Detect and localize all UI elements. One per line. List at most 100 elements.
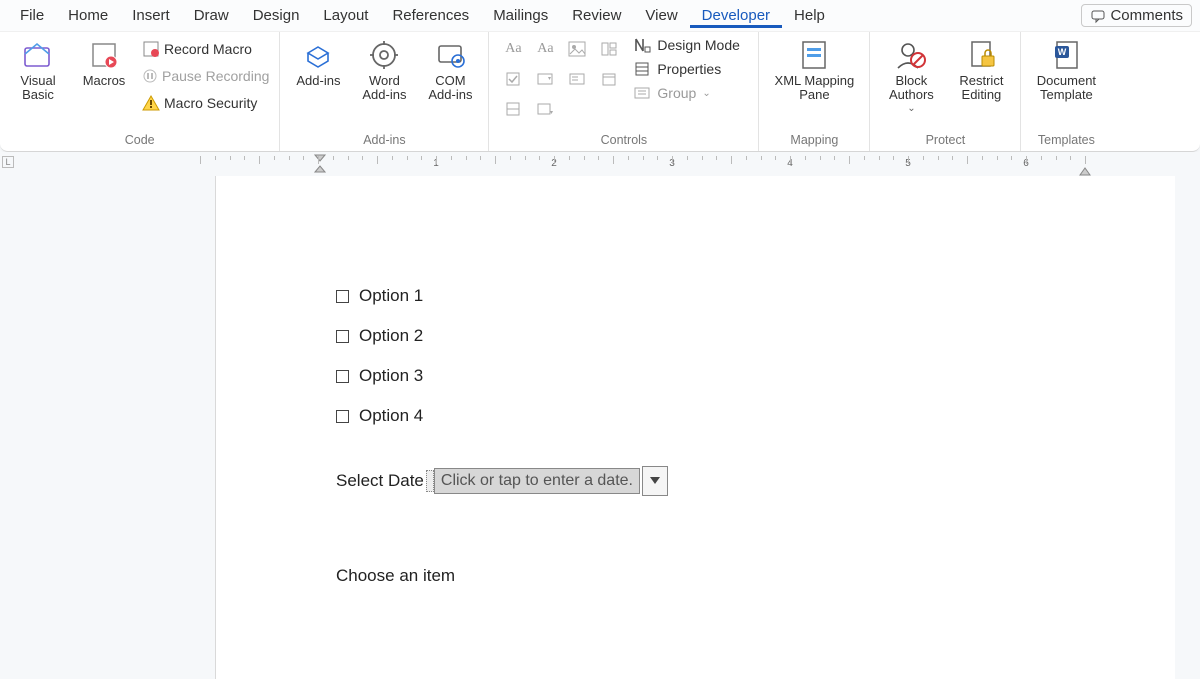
design-mode-label: Design Mode xyxy=(657,37,740,53)
macros-button[interactable]: Macros xyxy=(76,36,132,88)
indent-marker[interactable] xyxy=(314,154,326,174)
chevron-down-icon: ⌄ xyxy=(907,102,915,116)
choose-item-label: Choose an item xyxy=(336,566,668,586)
tab-layout[interactable]: Layout xyxy=(311,3,380,28)
control-checkbox[interactable] xyxy=(499,66,527,92)
tab-developer[interactable]: Developer xyxy=(690,3,782,28)
option-label: Option 4 xyxy=(359,406,423,426)
chevron-down-icon: ⌄ xyxy=(702,88,710,99)
checkbox-control[interactable] xyxy=(336,410,349,423)
group-mapping-label: Mapping xyxy=(769,131,859,151)
date-picker-dropdown[interactable] xyxy=(642,466,668,496)
visual-basic-button[interactable]: Visual Basic xyxy=(10,36,66,102)
design-mode-button[interactable]: Design Mode xyxy=(633,36,740,54)
pause-recording-icon xyxy=(142,68,158,84)
restrict-editing-button[interactable]: Restrict Editing xyxy=(952,36,1010,102)
option-row: Option 4 xyxy=(336,406,668,426)
group-code-label: Code xyxy=(10,131,269,151)
com-addins-button[interactable]: COM Add-ins xyxy=(422,36,478,102)
select-date-label: Select Date xyxy=(336,471,424,491)
macro-security-button[interactable]: Macro Security xyxy=(142,92,269,114)
group-icon xyxy=(633,84,651,102)
pause-recording-label: Pause Recording xyxy=(162,68,269,84)
block-authors-label: Block Authors xyxy=(880,74,942,102)
controls-gallery: Aa Aa xyxy=(499,36,623,122)
document-area: Option 1 Option 2 Option 3 Option 4 Select … xyxy=(0,176,1200,679)
properties-label: Properties xyxy=(657,61,721,77)
group-addins-label: Add-ins xyxy=(290,131,478,151)
tab-insert[interactable]: Insert xyxy=(120,3,182,28)
date-picker-field[interactable]: Click or tap to enter a date. xyxy=(434,468,640,494)
tab-references[interactable]: References xyxy=(380,3,481,28)
addins-icon xyxy=(301,38,335,72)
restrict-editing-label: Restrict Editing xyxy=(952,74,1010,102)
record-macro-icon xyxy=(142,40,160,58)
tab-review[interactable]: Review xyxy=(560,3,633,28)
ribbon-tabs: FileHomeInsertDrawDesignLayoutReferences… xyxy=(0,0,1200,32)
tab-draw[interactable]: Draw xyxy=(182,3,241,28)
group-templates-label: Templates xyxy=(1031,131,1101,151)
group-code: Visual Basic Macros Record Macro Pause R… xyxy=(0,32,280,151)
tab-view[interactable]: View xyxy=(633,3,689,28)
group-mapping: XML Mapping Pane Mapping xyxy=(759,32,870,151)
document-template-label: Document Template xyxy=(1031,74,1101,102)
control-legacy[interactable] xyxy=(531,96,559,122)
option-row: Option 2 xyxy=(336,326,668,346)
word-addins-label: Word Add-ins xyxy=(356,74,412,102)
document-template-button[interactable]: W Document Template xyxy=(1031,36,1101,102)
block-authors-button[interactable]: Block Authors ⌄ xyxy=(880,36,942,116)
tab-mailings[interactable]: Mailings xyxy=(481,3,560,28)
ruler-area: L 123456 xyxy=(0,152,1200,176)
option-label: Option 1 xyxy=(359,286,423,306)
record-macro-button[interactable]: Record Macro xyxy=(142,38,269,60)
checkbox-control[interactable] xyxy=(336,290,349,303)
comments-button[interactable]: Comments xyxy=(1081,4,1192,27)
checkbox-control[interactable] xyxy=(336,330,349,343)
right-indent-marker[interactable] xyxy=(1079,164,1091,176)
tab-selector[interactable]: L xyxy=(2,156,14,168)
horizontal-ruler[interactable]: 123456 xyxy=(200,156,1160,172)
group-button[interactable]: Group ⌄ xyxy=(633,84,740,102)
group-btn-label: Group xyxy=(657,85,696,101)
control-picture[interactable] xyxy=(563,36,591,62)
group-controls: Aa Aa Design Mode Properties xyxy=(489,32,759,151)
document-template-icon: W xyxy=(1049,38,1083,72)
block-authors-icon xyxy=(894,38,928,72)
control-repeating[interactable] xyxy=(499,96,527,122)
document-content: Option 1 Option 2 Option 3 Option 4 Select … xyxy=(336,286,668,586)
control-combobox[interactable] xyxy=(531,66,559,92)
visual-basic-icon xyxy=(21,38,55,72)
com-addins-label: COM Add-ins xyxy=(422,74,478,102)
option-label: Option 3 xyxy=(359,366,423,386)
group-protect: Block Authors ⌄ Restrict Editing Protect xyxy=(870,32,1021,151)
page[interactable]: Option 1 Option 2 Option 3 Option 4 Select … xyxy=(215,176,1175,679)
properties-button[interactable]: Properties xyxy=(633,60,740,78)
control-plaintext[interactable]: Aa xyxy=(531,36,559,62)
addins-button[interactable]: Add-ins xyxy=(290,36,346,88)
record-macro-label: Record Macro xyxy=(164,41,252,57)
macros-icon xyxy=(87,38,121,72)
xml-mapping-button[interactable]: XML Mapping Pane xyxy=(769,36,859,102)
xml-mapping-label: XML Mapping Pane xyxy=(769,74,859,102)
control-datepicker[interactable] xyxy=(595,66,623,92)
xml-mapping-icon xyxy=(797,38,831,72)
control-dropdown[interactable] xyxy=(563,66,591,92)
group-templates: W Document Template Templates xyxy=(1021,32,1111,151)
tab-file[interactable]: File xyxy=(8,3,56,28)
control-buildingblock[interactable] xyxy=(595,36,623,62)
pause-recording-button: Pause Recording xyxy=(142,66,269,86)
content-control-handle[interactable] xyxy=(426,470,434,492)
control-richtext[interactable]: Aa xyxy=(499,36,527,62)
addins-label: Add-ins xyxy=(296,74,340,88)
word-addins-icon xyxy=(367,38,401,72)
warning-icon xyxy=(142,94,160,112)
ribbon: Visual Basic Macros Record Macro Pause R… xyxy=(0,32,1200,152)
visual-basic-label: Visual Basic xyxy=(10,74,66,102)
option-row: Option 1 xyxy=(336,286,668,306)
word-addins-button[interactable]: Word Add-ins xyxy=(356,36,412,102)
restrict-editing-icon xyxy=(964,38,998,72)
tab-help[interactable]: Help xyxy=(782,3,837,28)
tab-home[interactable]: Home xyxy=(56,3,120,28)
checkbox-control[interactable] xyxy=(336,370,349,383)
tab-design[interactable]: Design xyxy=(241,3,312,28)
